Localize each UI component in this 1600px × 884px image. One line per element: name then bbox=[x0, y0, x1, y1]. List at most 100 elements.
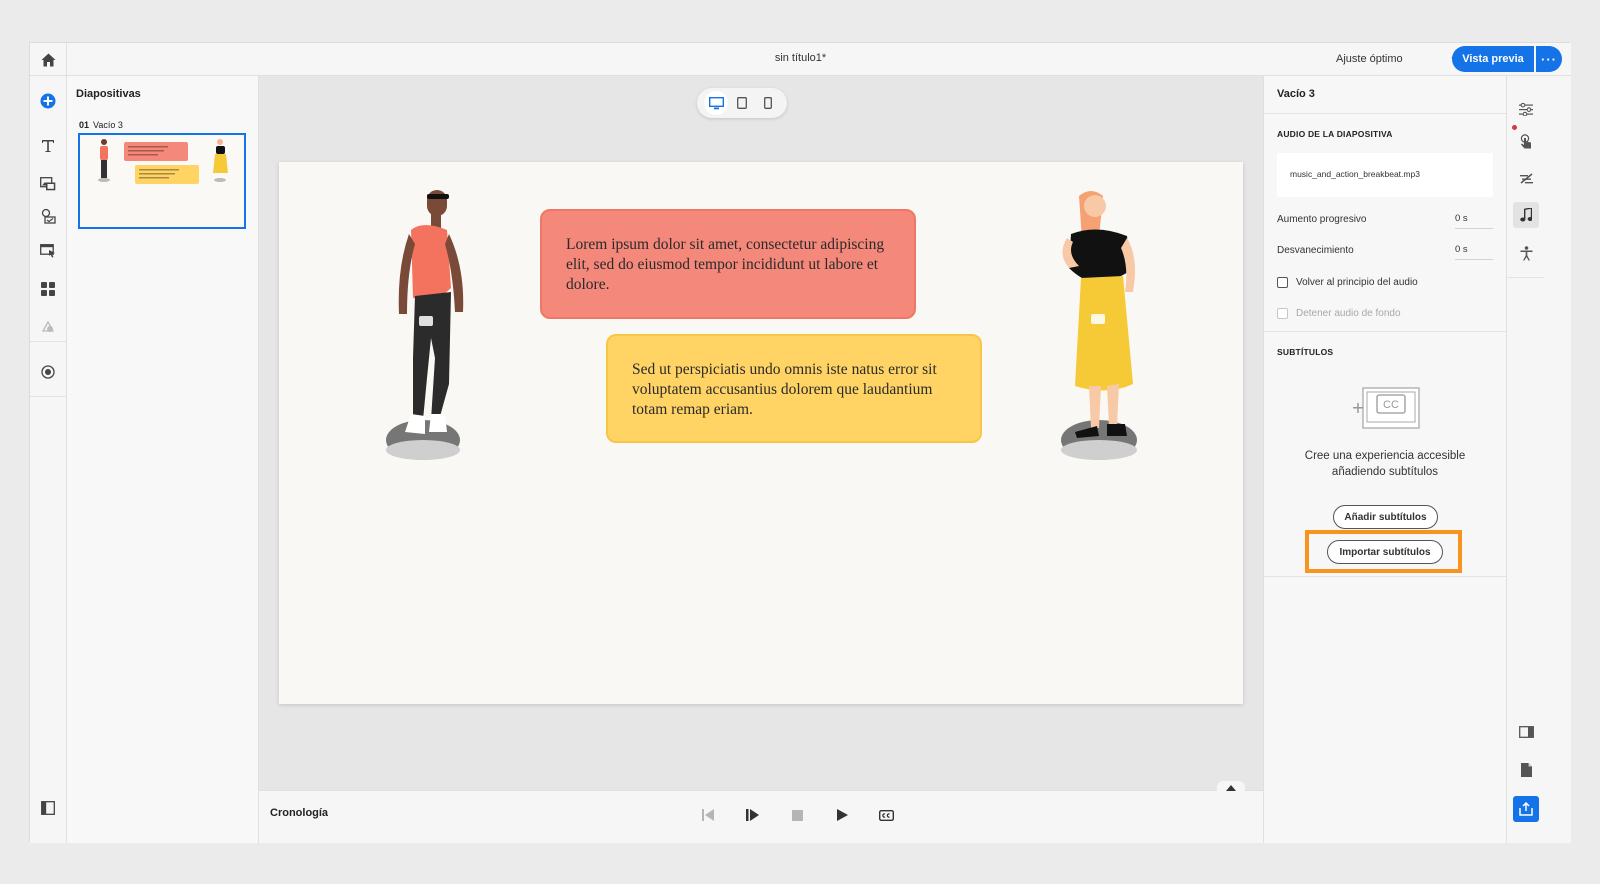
character-man-illustration[interactable] bbox=[379, 188, 471, 464]
stop-button[interactable] bbox=[785, 803, 809, 827]
audio-panel-button[interactable] bbox=[1513, 202, 1539, 228]
speech-bubble-red[interactable]: Lorem ipsum dolor sit amet, consectetur … bbox=[540, 209, 916, 319]
left-tool-rail bbox=[30, 76, 67, 843]
slide-canvas[interactable]: Lorem ipsum dolor sit amet, consectetur … bbox=[279, 162, 1243, 704]
fade-in-input[interactable]: 0 s bbox=[1455, 213, 1493, 229]
blocks-tool-button[interactable] bbox=[36, 277, 60, 301]
stop-background-audio-checkbox[interactable]: Detener audio de fondo bbox=[1277, 305, 1493, 321]
panel-divider bbox=[1264, 576, 1507, 577]
properties-panel-button[interactable] bbox=[1513, 96, 1539, 122]
desktop-icon bbox=[708, 96, 724, 109]
zoom-value: Ajuste óptimo bbox=[1336, 53, 1403, 65]
captions-toggle-button[interactable] bbox=[874, 803, 898, 827]
captions-section-title: SUBTÍTULOS bbox=[1277, 347, 1334, 357]
stop-icon bbox=[791, 809, 803, 821]
stop-background-audio-label: Detener audio de fondo bbox=[1296, 307, 1401, 319]
audio-file-name: music_and_action_breakbeat.mp3 bbox=[1290, 169, 1420, 179]
tablet-icon bbox=[737, 97, 747, 109]
accessibility-panel-button[interactable] bbox=[1513, 240, 1539, 266]
step-back-icon bbox=[701, 809, 714, 821]
add-slide-button[interactable] bbox=[36, 89, 60, 113]
fade-out-label: Desvanecimiento bbox=[1277, 245, 1354, 256]
captions-illustration: CC bbox=[1353, 387, 1420, 429]
layout-panel-button[interactable] bbox=[1513, 719, 1539, 745]
slides-panel-title: Diapositivas bbox=[76, 88, 141, 100]
rail-divider bbox=[30, 396, 67, 397]
play-icon bbox=[836, 809, 848, 821]
slide-number: 01 bbox=[79, 120, 90, 130]
media-tool-button[interactable] bbox=[36, 172, 60, 196]
top-bar: sin título1* Ajuste óptimo Vista previa … bbox=[30, 43, 1571, 76]
closed-captions-icon bbox=[878, 809, 894, 821]
fade-in-label: Aumento progresivo bbox=[1277, 214, 1367, 225]
speech-bubble-yellow-text: Sed ut perspiciatis undo omnis iste natu… bbox=[632, 361, 937, 418]
fade-in-row: Aumento progresivo 0 s bbox=[1277, 210, 1493, 232]
cc-glyph: CC bbox=[1383, 399, 1399, 411]
desktop-view-button[interactable] bbox=[704, 91, 728, 115]
fade-out-row: Desvanecimiento 0 s bbox=[1277, 241, 1493, 263]
rail-divider bbox=[30, 341, 67, 342]
record-tool-button[interactable] bbox=[36, 360, 60, 384]
home-button[interactable] bbox=[30, 43, 67, 76]
image-icon bbox=[40, 177, 56, 191]
fade-out-input[interactable]: 0 s bbox=[1455, 244, 1493, 260]
expand-timeline-button[interactable] bbox=[1217, 781, 1245, 795]
rail-divider bbox=[1507, 277, 1544, 278]
animations-panel-button[interactable] bbox=[1513, 165, 1539, 191]
widget-icon bbox=[40, 244, 55, 258]
tablet-view-button[interactable] bbox=[730, 91, 754, 115]
play-from-icon bbox=[745, 809, 759, 821]
slides-panel: Diapositivas 01 Vacío 3 bbox=[67, 76, 259, 843]
accessibility-icon bbox=[1520, 245, 1532, 260]
speech-bubble-yellow[interactable]: Sed ut perspiciatis undo omnis iste natu… bbox=[606, 334, 982, 443]
properties-panel: Vacío 3 AUDIO DE LA DIAPOSITIVA music_an… bbox=[1263, 76, 1507, 843]
captions-empty-message: Cree una experiencia accesible añadiendo… bbox=[1277, 448, 1493, 480]
previous-button[interactable] bbox=[696, 803, 720, 827]
device-preview-toggle bbox=[697, 88, 787, 118]
animation-icon bbox=[1519, 172, 1533, 184]
import-captions-button[interactable]: Importar subtítulos bbox=[1327, 540, 1443, 564]
checkbox-box[interactable] bbox=[1277, 307, 1288, 319]
captions-message-line-1: Cree una experiencia accesible bbox=[1304, 450, 1466, 462]
slide-audio-section-title: AUDIO DE LA DIAPOSITIVA bbox=[1277, 129, 1393, 139]
more-options-button[interactable]: ··· bbox=[1536, 46, 1562, 72]
text-icon bbox=[42, 140, 54, 152]
text-tool-button[interactable] bbox=[36, 134, 60, 158]
play-from-start-button[interactable] bbox=[740, 803, 764, 827]
plus-circle-icon bbox=[40, 93, 56, 109]
captions-message-line-2: añadiendo subtítulos bbox=[1331, 466, 1439, 478]
shapes-icon bbox=[41, 320, 55, 332]
slide-name: Vacío 3 bbox=[93, 120, 123, 130]
music-note-icon bbox=[1520, 208, 1532, 222]
layout-icon bbox=[1518, 726, 1534, 738]
speech-bubble-red-text: Lorem ipsum dolor sit amet, consectetur … bbox=[566, 236, 885, 293]
sliders-icon bbox=[1519, 102, 1533, 116]
document-panel-button[interactable] bbox=[1513, 757, 1539, 783]
rewind-audio-checkbox[interactable]: Volver al principio del audio bbox=[1277, 274, 1493, 290]
timeline-bar: Cronología bbox=[259, 781, 1263, 843]
character-woman-illustration[interactable] bbox=[1047, 188, 1155, 464]
document-icon bbox=[1520, 763, 1532, 777]
properties-title: Vacío 3 bbox=[1277, 88, 1315, 100]
slide-thumbnail[interactable] bbox=[78, 133, 246, 229]
mobile-view-button[interactable] bbox=[756, 91, 780, 115]
play-button[interactable] bbox=[830, 803, 854, 827]
toggle-panel-button[interactable] bbox=[36, 796, 60, 820]
panel-divider bbox=[1264, 331, 1507, 332]
right-icon-rail bbox=[1506, 76, 1571, 843]
audio-file-field[interactable]: music_and_action_breakbeat.mp3 bbox=[1277, 153, 1493, 197]
publish-button[interactable] bbox=[1513, 796, 1539, 822]
widgets-tool-button[interactable] bbox=[36, 239, 60, 263]
assets-tool-button[interactable] bbox=[36, 315, 60, 339]
timeline-label: Cronología bbox=[270, 807, 329, 819]
touch-icon bbox=[1520, 133, 1531, 148]
record-icon bbox=[41, 365, 55, 379]
add-captions-button[interactable]: Añadir subtítulos bbox=[1333, 505, 1438, 529]
preview-button[interactable]: Vista previa bbox=[1452, 46, 1534, 72]
interactions-panel-button[interactable] bbox=[1513, 128, 1539, 154]
checkbox-box[interactable] bbox=[1277, 276, 1288, 288]
zoom-dropdown[interactable]: Ajuste óptimo bbox=[1332, 48, 1464, 70]
interactions-tool-button[interactable] bbox=[36, 204, 60, 228]
rewind-audio-label: Volver al principio del audio bbox=[1296, 276, 1418, 288]
chevron-up-icon bbox=[1226, 785, 1236, 791]
